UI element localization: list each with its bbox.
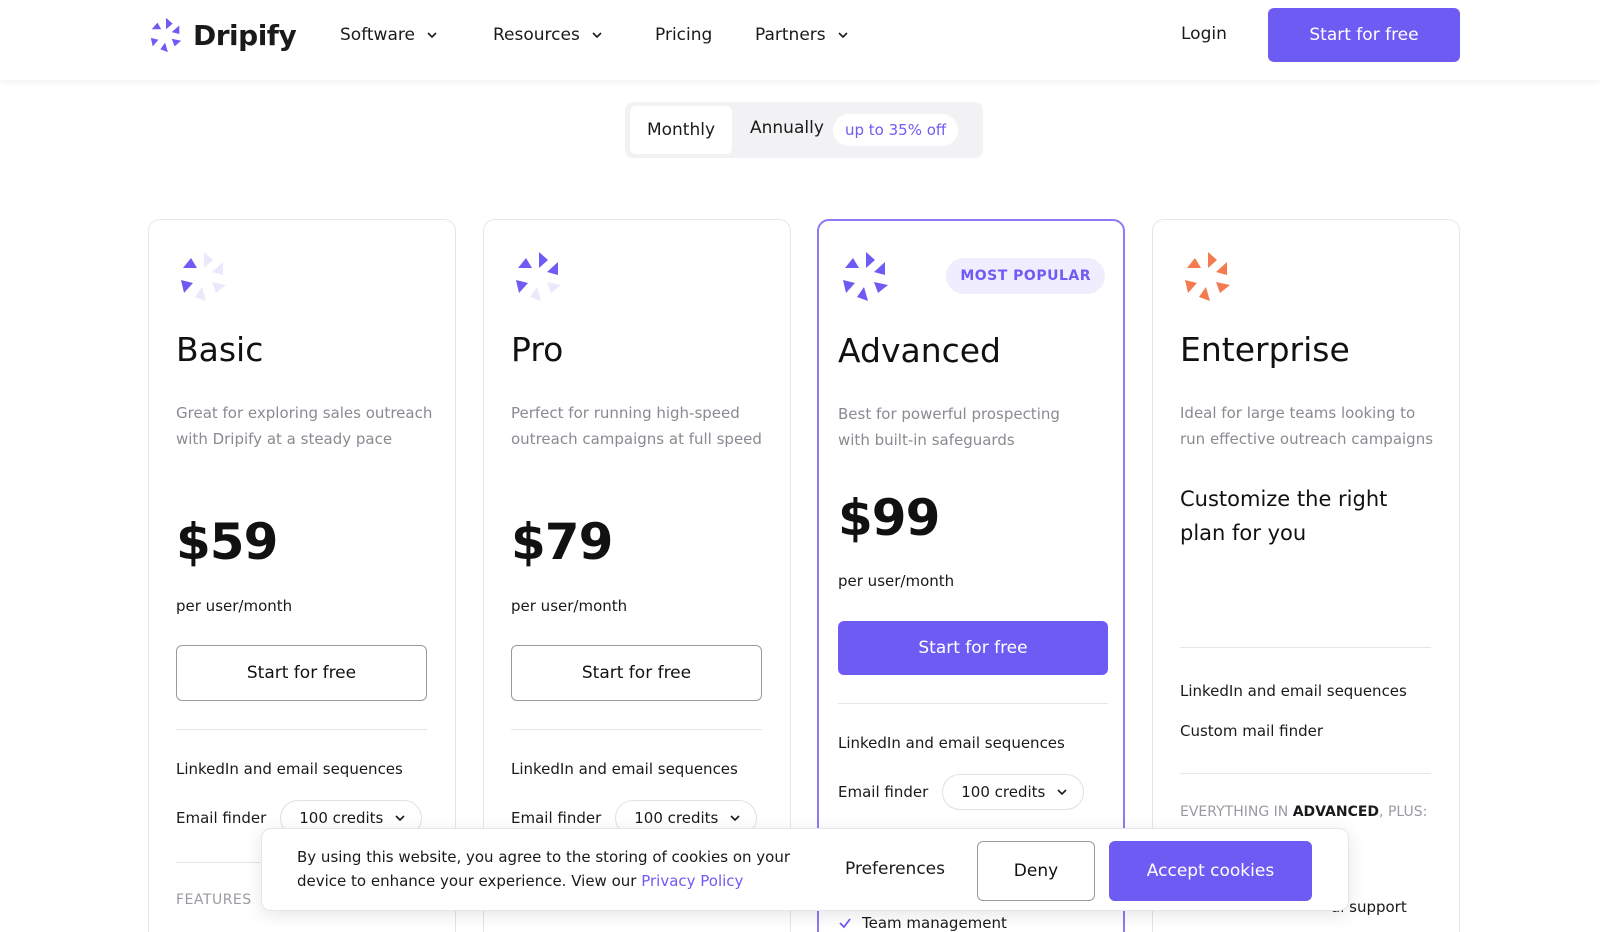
login-link[interactable]: Login — [1181, 24, 1227, 44]
chevron-down-icon — [427, 32, 437, 39]
credits-select[interactable]: 100 credits — [942, 774, 1085, 810]
deny-button[interactable]: Deny — [977, 841, 1095, 901]
nav-resources[interactable]: Resources — [493, 22, 604, 48]
nav-partners-label: Partners — [755, 25, 826, 45]
nav-resources-label: Resources — [493, 25, 580, 45]
chevron-down-icon — [1057, 789, 1067, 796]
everything-suffix: , PLUS: — [1379, 804, 1428, 820]
basic-plan-icon — [181, 252, 226, 301]
email-finder-row: Email finder 100 credits — [838, 774, 1085, 810]
plan-name: Pro — [511, 330, 564, 369]
price-period: per user/month — [511, 597, 628, 615]
cookie-banner: By using this website, you agree to the … — [261, 828, 1349, 911]
divider — [511, 729, 762, 730]
check-icon — [839, 918, 851, 929]
credits-value: 100 credits — [634, 809, 719, 827]
start-free-button[interactable]: Start for free — [176, 645, 427, 701]
pro-plan-icon — [516, 252, 561, 301]
plan-description: Perfect for running high-speed outreach … — [511, 404, 762, 448]
plan-name: Advanced — [838, 331, 1002, 370]
email-finder-label: Email finder — [511, 809, 602, 827]
customize-text: Customize the right plan for you — [1180, 487, 1388, 545]
nav-software-label: Software — [340, 25, 415, 45]
accept-cookies-button[interactable]: Accept cookies — [1109, 841, 1312, 901]
enterprise-plan-icon — [1185, 252, 1230, 301]
plan-price: $59 — [176, 513, 278, 571]
preferences-button[interactable]: Preferences — [845, 859, 945, 879]
everything-in-advanced: EVERYTHING IN ADVANCED, PLUS: — [1180, 804, 1427, 820]
plan-name: Basic — [176, 330, 264, 369]
nav-software[interactable]: Software — [340, 22, 439, 48]
credits-value: 100 credits — [961, 783, 1046, 801]
toggle-monthly[interactable]: Monthly — [630, 106, 732, 154]
chevron-down-icon — [592, 32, 602, 39]
chevron-down-icon — [730, 815, 740, 822]
divider — [176, 729, 427, 730]
site-header: Dripify Software Resources Pricing Partn… — [0, 0, 1600, 80]
team-management-label: Team management — [862, 914, 1007, 932]
credits-value: 100 credits — [299, 809, 384, 827]
logo[interactable]: Dripify — [147, 16, 297, 54]
divider — [1180, 773, 1431, 774]
plan-card-pro: Pro Perfect for running high-speed outre… — [483, 219, 791, 932]
everything-prefix: EVERYTHING IN — [1180, 804, 1293, 820]
email-finder-label: Email finder — [838, 783, 929, 801]
feature-sequences: LinkedIn and email sequences — [838, 734, 1065, 752]
plan-card-advanced: MOST POPULAR Advanced Best for powerful … — [817, 219, 1125, 932]
start-free-button[interactable]: Start for free — [838, 621, 1108, 675]
plan-card-basic: Basic Great for exploring sales outreach… — [148, 219, 456, 932]
plan-description: Best for powerful prospecting with built… — [838, 405, 1060, 449]
most-popular-badge: MOST POPULAR — [946, 258, 1105, 294]
nav-partners[interactable]: Partners — [755, 22, 850, 48]
everything-plan: ADVANCED — [1292, 804, 1380, 820]
logo-text: Dripify — [193, 18, 297, 52]
privacy-policy-link[interactable]: Privacy Policy — [641, 872, 743, 890]
chevron-down-icon — [395, 815, 405, 822]
discount-badge: up to 35% off — [833, 114, 959, 146]
features-heading: FEATURES — [176, 892, 252, 908]
plan-price: $79 — [511, 513, 613, 571]
dripify-logo-icon — [150, 17, 182, 53]
cookie-text: By using this website, you agree to the … — [297, 845, 797, 893]
divider — [1180, 647, 1431, 648]
advanced-plan-icon — [843, 252, 888, 301]
toggle-annually[interactable]: Annually — [750, 118, 824, 138]
plan-description: Ideal for large teams looking to run eff… — [1180, 404, 1434, 448]
billing-toggle: Monthly Annually up to 35% off — [625, 102, 983, 158]
email-finder-label: Email finder — [176, 809, 267, 827]
feature-sequences: LinkedIn and email sequences — [176, 760, 403, 778]
feature-sequences: LinkedIn and email sequences — [511, 760, 738, 778]
feature-team-management: Team management — [838, 914, 1007, 932]
plan-card-enterprise: Enterprise Ideal for large teams looking… — [1152, 219, 1460, 932]
divider — [838, 703, 1108, 704]
header-start-button[interactable]: Start for free — [1268, 8, 1460, 62]
price-period: per user/month — [838, 572, 955, 590]
plan-description: Great for exploring sales outreach with … — [176, 404, 433, 448]
plan-name: Enterprise — [1180, 330, 1350, 369]
chevron-down-icon — [838, 32, 848, 39]
price-period: per user/month — [176, 597, 293, 615]
plan-price: $99 — [838, 489, 940, 547]
feature-custom-mail-finder: Custom mail finder — [1180, 722, 1324, 740]
feature-sequences: LinkedIn and email sequences — [1180, 682, 1407, 700]
nav-pricing-label: Pricing — [655, 25, 713, 45]
start-free-button[interactable]: Start for free — [511, 645, 762, 701]
nav-pricing[interactable]: Pricing — [655, 22, 725, 48]
